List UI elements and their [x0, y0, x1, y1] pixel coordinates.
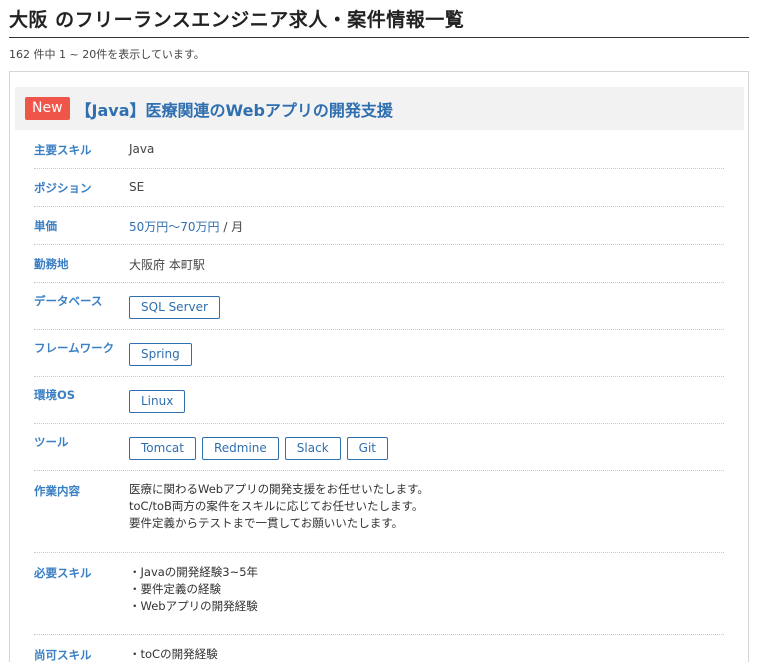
- work-line: toC/toB両方の案件をスキルに応じてお任せいたします。: [129, 499, 424, 513]
- page-title: 大阪 のフリーランスエンジニア求人・案件情報一覧: [9, 5, 749, 38]
- field-label-required: 必要スキル: [34, 566, 92, 580]
- required-skills: ・Javaの開発経験3~5年 ・要件定義の経験 ・Webアプリの開発経験: [129, 564, 258, 615]
- field-value-position: SE: [129, 180, 145, 194]
- preferred-skill-item: ・toCの開発経験: [129, 647, 218, 661]
- tag-redmine[interactable]: Redmine: [201, 437, 279, 460]
- tag-list-database: SQL Server: [129, 296, 220, 319]
- tag-tomcat[interactable]: Tomcat: [129, 437, 196, 460]
- tag-slack[interactable]: Slack: [284, 437, 341, 460]
- work-line: 医療に関わるWebアプリの開発支援をお任せいたします。: [129, 482, 429, 496]
- field-label-skill: 主要スキル: [34, 143, 92, 157]
- work-line: 要件定義からテストまで一貫してお願いいたします。: [129, 516, 404, 530]
- field-label-os: 環境OS: [34, 388, 76, 402]
- field-value-skill: Java: [129, 142, 155, 156]
- job-header: New 【Java】医療関連のWebアプリの開発支援: [15, 87, 744, 130]
- field-label-position: ポジション: [34, 181, 92, 195]
- field-row-os: 環境OS Linux: [34, 377, 724, 424]
- required-skill-item: ・Webアプリの開発経験: [129, 599, 258, 613]
- field-row-skill: 主要スキル Java: [34, 130, 724, 169]
- work-description: 医療に関わるWebアプリの開発支援をお任せいたします。 toC/toB両方の案件…: [129, 481, 429, 532]
- tag-list-os: Linux: [129, 390, 186, 413]
- field-label-tools: ツール: [34, 435, 69, 449]
- field-row-required: 必要スキル ・Javaの開発経験3~5年 ・要件定義の経験 ・Webアプリの開発…: [34, 553, 724, 635]
- job-title-link[interactable]: 【Java】医療関連のWebアプリの開発支援: [76, 97, 393, 121]
- tag-git[interactable]: Git: [346, 437, 388, 460]
- field-row-tools: ツール Tomcat Redmine Slack Git: [34, 424, 724, 471]
- field-row-work: 作業内容 医療に関わるWebアプリの開発支援をお任せいたします。 toC/toB…: [34, 471, 724, 553]
- field-row-location: 勤務地 大阪府 本町駅: [34, 245, 724, 283]
- field-value-price: 50万円〜70万円 / 月: [129, 218, 243, 235]
- field-row-framework: フレームワーク Spring: [34, 330, 724, 377]
- field-label-preferred: 尚可スキル: [34, 648, 92, 662]
- new-badge: New: [25, 97, 70, 120]
- tag-spring[interactable]: Spring: [129, 343, 192, 366]
- job-card: New 【Java】医療関連のWebアプリの開発支援 主要スキル Java ポジ…: [9, 71, 749, 662]
- required-skill-item: ・Javaの開発経験3~5年: [129, 565, 259, 579]
- field-label-framework: フレームワーク: [34, 341, 115, 355]
- tag-sql-server[interactable]: SQL Server: [129, 296, 220, 319]
- field-row-database: データベース SQL Server: [34, 283, 724, 330]
- field-row-position: ポジション SE: [34, 169, 724, 207]
- required-skill-item: ・要件定義の経験: [129, 582, 221, 596]
- preferred-skills: ・toCの開発経験: [129, 646, 218, 662]
- field-label-work: 作業内容: [34, 484, 80, 498]
- tag-linux[interactable]: Linux: [129, 390, 186, 413]
- field-row-price: 単価 50万円〜70万円 / 月: [34, 207, 724, 245]
- price-amount: 50万円〜70万円: [129, 220, 220, 234]
- field-label-location: 勤務地: [34, 257, 69, 271]
- field-value-location: 大阪府 本町駅: [129, 258, 205, 272]
- price-unit: / 月: [219, 220, 244, 234]
- field-label-price: 単価: [34, 219, 57, 233]
- tag-list-tools: Tomcat Redmine Slack Git: [129, 437, 388, 460]
- result-count: 162 件中 1 ~ 20件を表示しています。: [9, 48, 205, 61]
- field-row-preferred: 尚可スキル ・toCの開発経験: [34, 635, 724, 662]
- tag-list-framework: Spring: [129, 343, 192, 366]
- field-label-database: データベース: [34, 294, 103, 308]
